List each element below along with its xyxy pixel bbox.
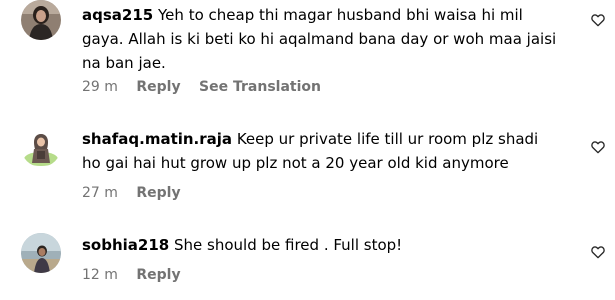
reply-button[interactable]: Reply [136, 79, 180, 95]
comment-username[interactable]: aqsa215 [82, 6, 153, 24]
reply-button[interactable]: Reply [136, 185, 180, 201]
comment-text: She should be fired . Full stop! [174, 236, 403, 254]
comment-time: 12 m [82, 267, 118, 283]
comment-meta: 27 m Reply [82, 185, 195, 201]
avatar[interactable] [21, 233, 61, 273]
comment-body: shafaq.matin.raja Keep ur private life t… [82, 127, 558, 175]
comment-body: aqsa215 Yeh to cheap thi magar husband b… [82, 3, 558, 75]
heart-icon[interactable] [590, 244, 606, 260]
comment-username[interactable]: shafaq.matin.raja [82, 130, 232, 148]
heart-icon[interactable] [590, 139, 606, 155]
avatar[interactable] [21, 0, 61, 40]
avatar[interactable] [21, 127, 61, 167]
comment-time: 29 m [82, 79, 118, 95]
heart-icon[interactable] [590, 12, 606, 28]
comment-text: Yeh to cheap thi magar husband bhi waisa… [82, 6, 557, 72]
comment-meta: 12 m Reply [82, 267, 195, 283]
see-translation-button[interactable]: See Translation [199, 79, 321, 95]
comment-meta: 29 m Reply See Translation [82, 79, 335, 95]
reply-button[interactable]: Reply [136, 267, 180, 283]
comment-time: 27 m [82, 185, 118, 201]
comment-username[interactable]: sobhia218 [82, 236, 169, 254]
comment-body: sobhia218 She should be fired . Full sto… [82, 233, 558, 257]
